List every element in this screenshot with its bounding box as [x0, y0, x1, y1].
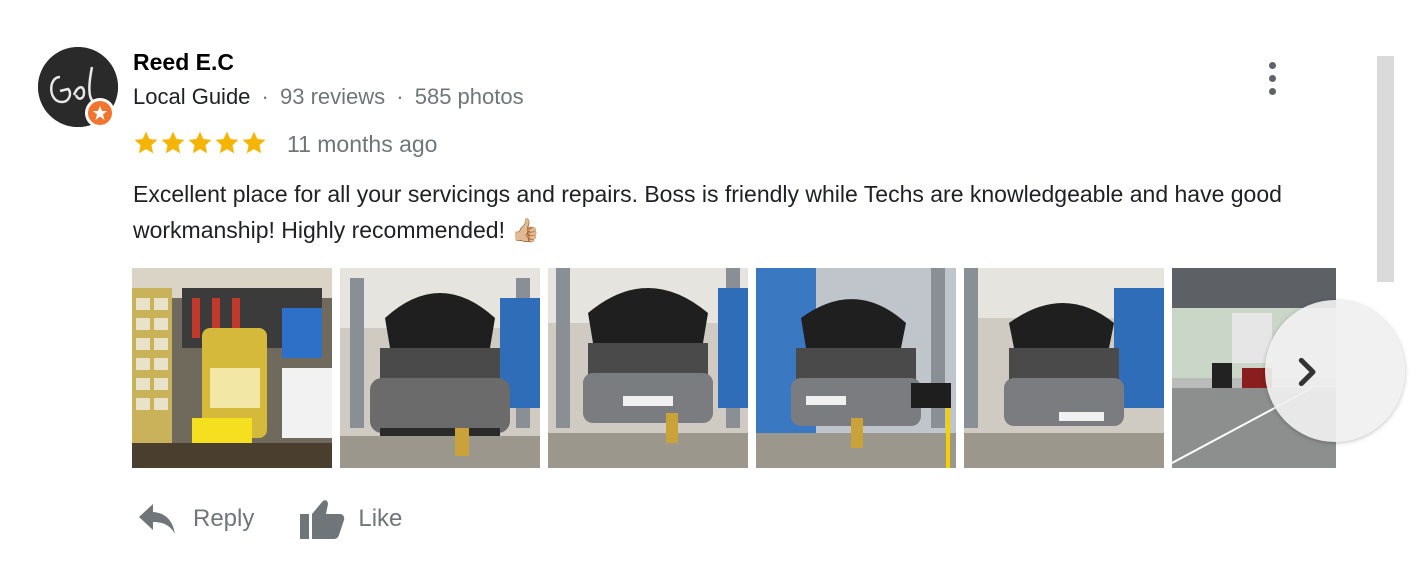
local-guide-badge [85, 98, 115, 128]
scrollbar-thumb[interactable] [1377, 56, 1394, 282]
more-options-button[interactable] [1257, 58, 1287, 98]
review-photo[interactable] [756, 268, 956, 468]
more-vert-icon-dot [1268, 74, 1276, 82]
photo-car-front [548, 268, 748, 468]
thumb-up-icon [300, 500, 345, 539]
star-icon [161, 131, 185, 154]
review-photos [132, 268, 1336, 468]
photo-car-side [756, 268, 956, 468]
meta-separator: · [261, 84, 269, 109]
like-label: Like [358, 505, 403, 532]
photo-car-hood-open-2 [964, 268, 1164, 468]
review-actions: Reply Like [137, 498, 402, 540]
review-photo[interactable] [132, 268, 332, 468]
reply-button[interactable]: Reply [137, 502, 254, 536]
more-vert-icon-dot [1268, 87, 1276, 95]
photo-car-hood-open [340, 268, 540, 468]
review-time: 11 months ago [287, 131, 438, 157]
author-meta: Local Guide · 93 reviews · 585 photos [133, 84, 524, 110]
star-icon [215, 131, 239, 154]
star-icon [242, 131, 266, 154]
star-icon [188, 131, 212, 154]
author-name[interactable]: Reed E.C [133, 49, 234, 76]
more-vert-icon-dot [1268, 61, 1276, 69]
photos-next-button[interactable] [1265, 300, 1405, 442]
star-rating [133, 130, 267, 156]
star-badge-icon [93, 106, 107, 120]
star-icon [134, 131, 158, 154]
author-badge-label: Local Guide [133, 84, 251, 109]
chevron-right-icon [1298, 357, 1316, 387]
reviews-count[interactable]: 93 reviews [280, 84, 385, 109]
meta-separator: · [396, 84, 404, 109]
photo-oil-shelf [132, 268, 332, 468]
photos-count[interactable]: 585 photos [415, 84, 524, 109]
like-button[interactable]: Like [298, 498, 402, 540]
review-photo[interactable] [964, 268, 1164, 468]
review-text: Excellent place for all your servicings … [133, 181, 1282, 243]
reply-arrow-icon [139, 504, 175, 534]
reply-label: Reply [193, 505, 255, 532]
review-photo[interactable] [340, 268, 540, 468]
review-photo[interactable] [548, 268, 748, 468]
